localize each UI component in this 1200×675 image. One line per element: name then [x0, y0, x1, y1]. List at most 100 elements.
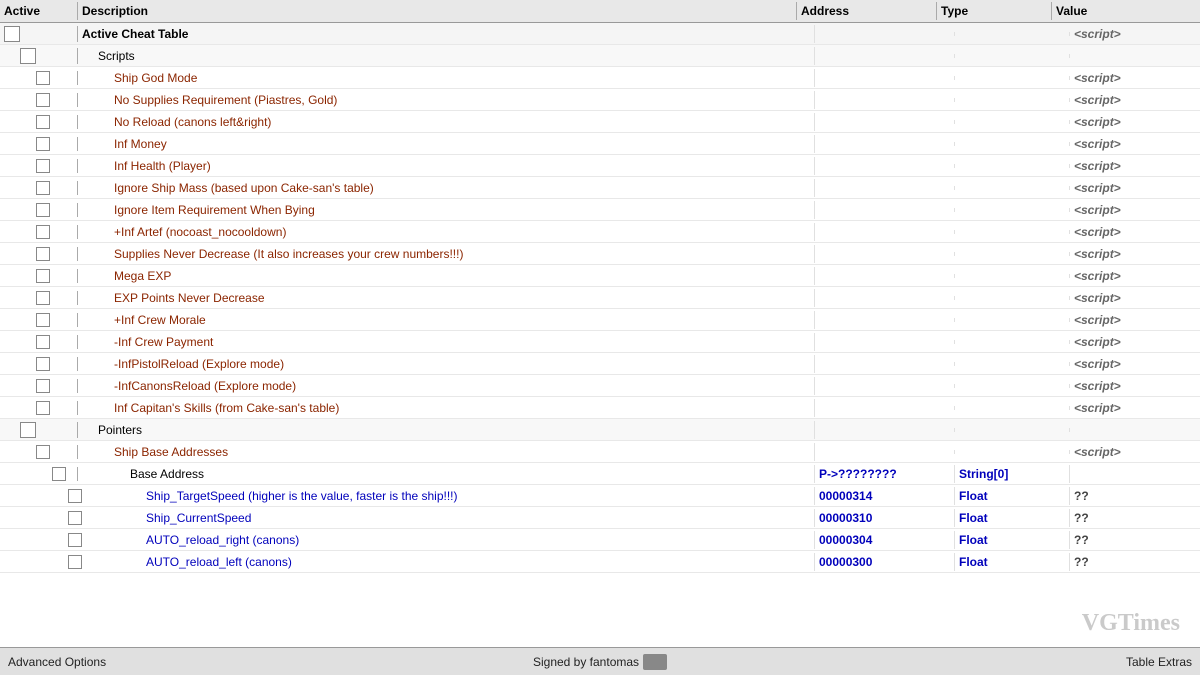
active-cell[interactable]	[0, 313, 78, 327]
footer-right[interactable]: Table Extras	[675, 655, 1200, 669]
checkbox[interactable]	[52, 467, 66, 481]
table-row[interactable]: Pointers	[0, 419, 1200, 441]
active-cell[interactable]	[0, 269, 78, 283]
active-cell[interactable]	[0, 225, 78, 239]
description-cell: Scripts	[78, 47, 815, 65]
row-label: AUTO_reload_left (canons)	[146, 555, 292, 569]
table-row[interactable]: Scripts	[0, 45, 1200, 67]
active-cell[interactable]	[0, 115, 78, 129]
checkbox[interactable]	[36, 137, 50, 151]
table-row[interactable]: -InfCanonsReload (Explore mode)<script>	[0, 375, 1200, 397]
checkbox[interactable]	[36, 313, 50, 327]
table-row[interactable]: Ship God Mode<script>	[0, 67, 1200, 89]
table-row[interactable]: +Inf Artef (nocoast_nocooldown)<script>	[0, 221, 1200, 243]
value-cell: <script>	[1070, 69, 1200, 87]
row-label: Ignore Ship Mass (based upon Cake-san's …	[114, 181, 374, 195]
checkbox[interactable]	[36, 225, 50, 239]
table-row[interactable]: Supplies Never Decrease (It also increas…	[0, 243, 1200, 265]
table-row[interactable]: AUTO_reload_right (canons)00000304Float?…	[0, 529, 1200, 551]
col-address-header: Address	[797, 2, 937, 20]
table-row[interactable]: Base AddressP->????????String[0]	[0, 463, 1200, 485]
value-cell: <script>	[1070, 113, 1200, 131]
active-cell[interactable]	[0, 159, 78, 173]
checkbox[interactable]	[36, 269, 50, 283]
table-row[interactable]: Inf Money<script>	[0, 133, 1200, 155]
type-cell	[955, 428, 1070, 432]
type-cell	[955, 54, 1070, 58]
table-row[interactable]: Mega EXP<script>	[0, 265, 1200, 287]
active-cell[interactable]	[0, 489, 78, 503]
table-row[interactable]: AUTO_reload_left (canons)00000300Float??	[0, 551, 1200, 573]
type-cell	[955, 186, 1070, 190]
table-row[interactable]: Ship_TargetSpeed (higher is the value, f…	[0, 485, 1200, 507]
row-label: Supplies Never Decrease (It also increas…	[114, 247, 463, 261]
row-label: -InfCanonsReload (Explore mode)	[114, 379, 296, 393]
description-cell: Supplies Never Decrease (It also increas…	[78, 245, 815, 263]
table-row[interactable]: -InfPistolReload (Explore mode)<script>	[0, 353, 1200, 375]
table-row[interactable]: +Inf Crew Morale<script>	[0, 309, 1200, 331]
table-row[interactable]: Active Cheat Table<script>	[0, 23, 1200, 45]
active-cell[interactable]	[0, 71, 78, 85]
table-row[interactable]: No Supplies Requirement (Piastres, Gold)…	[0, 89, 1200, 111]
active-cell[interactable]	[0, 335, 78, 349]
checkbox[interactable]	[20, 422, 36, 438]
type-cell	[955, 296, 1070, 300]
checkbox[interactable]	[4, 26, 20, 42]
active-cell[interactable]	[0, 247, 78, 261]
active-cell[interactable]	[0, 137, 78, 151]
value-cell: <script>	[1070, 311, 1200, 329]
table-row[interactable]: -Inf Crew Payment<script>	[0, 331, 1200, 353]
checkbox[interactable]	[36, 445, 50, 459]
active-cell[interactable]	[0, 401, 78, 415]
address-cell	[815, 318, 955, 322]
checkbox[interactable]	[36, 181, 50, 195]
checkbox[interactable]	[36, 335, 50, 349]
value-cell: <script>	[1070, 25, 1200, 43]
table-row[interactable]: Ignore Ship Mass (based upon Cake-san's …	[0, 177, 1200, 199]
active-cell[interactable]	[0, 533, 78, 547]
type-cell	[955, 98, 1070, 102]
active-cell[interactable]	[0, 181, 78, 195]
table-row[interactable]: Ship Base Addresses<script>	[0, 441, 1200, 463]
row-label: Pointers	[98, 423, 142, 437]
table-row[interactable]: Ship_CurrentSpeed00000310Float??	[0, 507, 1200, 529]
active-cell[interactable]	[0, 48, 78, 64]
value-cell: <script>	[1070, 289, 1200, 307]
table-row[interactable]: No Reload (canons left&right)<script>	[0, 111, 1200, 133]
active-cell[interactable]	[0, 555, 78, 569]
checkbox[interactable]	[36, 357, 50, 371]
checkbox[interactable]	[36, 203, 50, 217]
checkbox[interactable]	[36, 379, 50, 393]
checkbox[interactable]	[36, 93, 50, 107]
checkbox[interactable]	[36, 159, 50, 173]
active-cell[interactable]	[0, 379, 78, 393]
address-cell	[815, 428, 955, 432]
address-cell	[815, 142, 955, 146]
table-row[interactable]: Inf Health (Player)<script>	[0, 155, 1200, 177]
type-cell	[955, 362, 1070, 366]
active-cell[interactable]	[0, 203, 78, 217]
active-cell[interactable]	[0, 93, 78, 107]
description-cell: No Supplies Requirement (Piastres, Gold)	[78, 91, 815, 109]
table-row[interactable]: Inf Capitan's Skills (from Cake-san's ta…	[0, 397, 1200, 419]
checkbox[interactable]	[36, 247, 50, 261]
active-cell[interactable]	[0, 357, 78, 371]
table-content[interactable]: Active Cheat Table<script> Scripts Ship Go…	[0, 23, 1200, 647]
checkbox[interactable]	[20, 48, 36, 64]
checkbox[interactable]	[36, 401, 50, 415]
col-active-header: Active	[0, 2, 78, 20]
checkbox[interactable]	[36, 115, 50, 129]
active-cell[interactable]	[0, 26, 78, 42]
footer-left[interactable]: Advanced Options	[0, 655, 525, 669]
checkbox[interactable]	[36, 291, 50, 305]
table-row[interactable]: Ignore Item Requirement When Bying<scrip…	[0, 199, 1200, 221]
value-cell	[1070, 54, 1200, 58]
active-cell[interactable]	[0, 511, 78, 525]
active-cell[interactable]	[0, 291, 78, 305]
table-row[interactable]: EXP Points Never Decrease<script>	[0, 287, 1200, 309]
active-cell[interactable]	[0, 467, 78, 481]
checkbox[interactable]	[36, 71, 50, 85]
row-label: Ship_TargetSpeed (higher is the value, f…	[146, 489, 458, 503]
active-cell[interactable]	[0, 422, 78, 438]
active-cell[interactable]	[0, 445, 78, 459]
